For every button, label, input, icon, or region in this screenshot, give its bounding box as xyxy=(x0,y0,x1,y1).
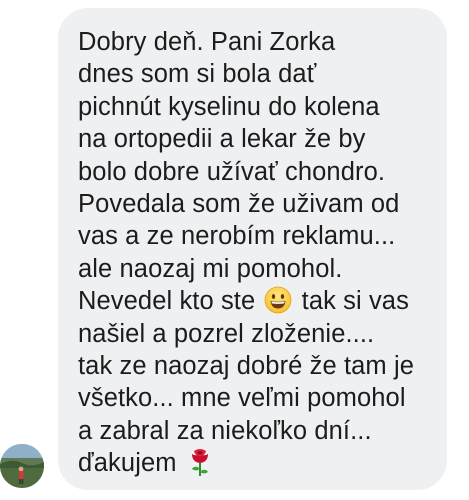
message-line-13: a zabral za niekoľko dní... xyxy=(78,416,372,445)
message-line-14-text: ďakujem xyxy=(78,449,177,478)
message-line-5: bolo dobre užívať chondro. xyxy=(78,157,386,186)
message-line-14: ďakujem xyxy=(78,447,429,479)
message-line-8: ale naozaj mi pomohol. xyxy=(78,254,343,283)
message-line-10: našiel a pozrel zloženie.... xyxy=(78,319,375,348)
message-line-9: Nevedel kto ste tak si vas xyxy=(78,285,429,317)
sender-avatar[interactable] xyxy=(0,444,44,488)
rose-emoji-icon xyxy=(191,449,208,477)
message-line-6: Povedala som že uživam od xyxy=(78,190,400,219)
message-line-11: tak ze naozaj dobré že tam je xyxy=(78,352,415,381)
message-line-9-text-a: Nevedel kto ste xyxy=(78,287,256,316)
grinning-face-emoji-icon xyxy=(265,286,292,314)
message-line-2: dnes som si bola dať xyxy=(78,60,317,89)
message-line-3: pichnút kyselinu do kolena xyxy=(78,92,380,121)
message-line-7: vas a ze nerobím reklamu... xyxy=(78,222,396,251)
message-line-9-text-b: tak si vas xyxy=(301,287,409,316)
avatar-photo-icon xyxy=(0,444,44,488)
message-line-1: Dobry deň. Pani Zorka xyxy=(78,28,336,56)
message-bubble[interactable]: Dobry deň. Pani Zorka dnes som si bola d… xyxy=(58,8,447,490)
message-line-4: na ortopedii a lekar že by xyxy=(78,125,366,154)
message-line-12: všetko... mne veľmi pomohol xyxy=(78,384,406,413)
